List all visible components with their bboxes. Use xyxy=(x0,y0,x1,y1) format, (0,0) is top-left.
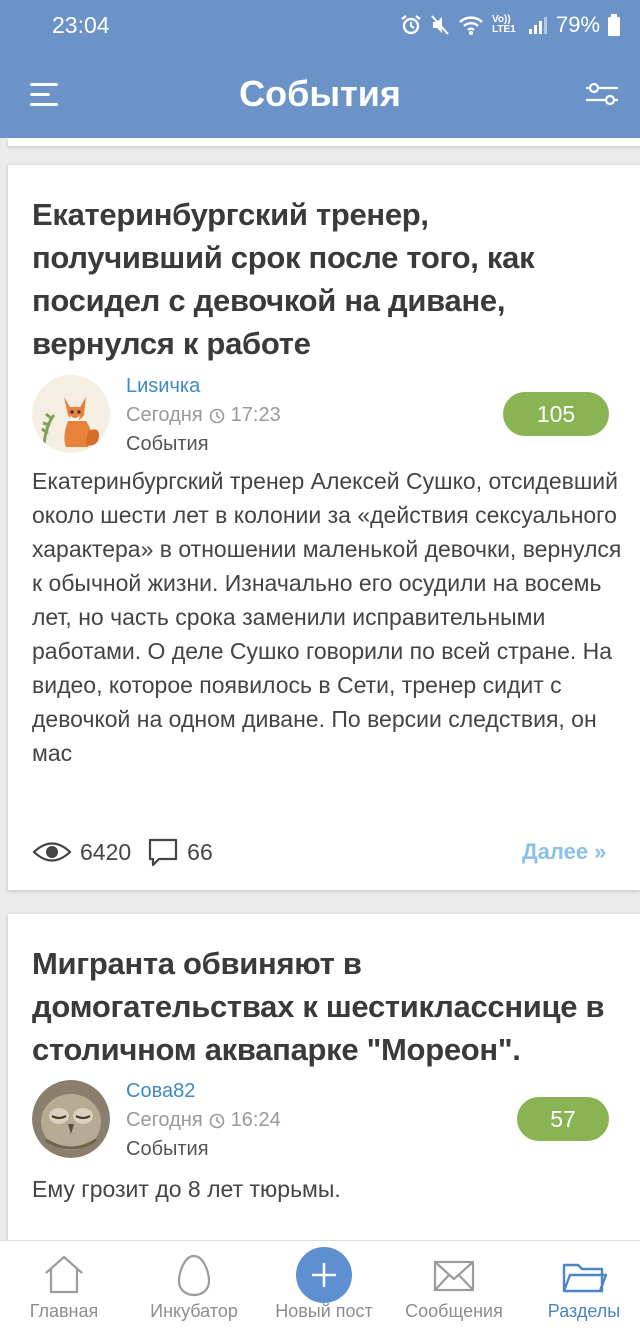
mute-icon xyxy=(431,15,449,35)
post-title[interactable]: Мигранта обвиняют в домогательствах к ше… xyxy=(32,942,622,1071)
nav-home-label: Главная xyxy=(29,1301,99,1321)
comments-count[interactable]: 66 xyxy=(187,839,213,866)
bottom-navigation: Главная Инкубатор Новый пост Сообщения Р… xyxy=(0,1240,640,1328)
filter-icon[interactable] xyxy=(584,82,620,106)
status-time: 23:04 xyxy=(52,12,110,38)
plus-icon xyxy=(312,1263,336,1287)
app-header: 23:04 Vo)) LTE1 79% События xyxy=(0,0,640,138)
page-title: События xyxy=(239,73,401,114)
nav-messages-label: Сообщения xyxy=(405,1301,503,1321)
nav-sections[interactable]: Разделы xyxy=(520,1241,640,1328)
avatar[interactable] xyxy=(32,375,110,453)
views-count: 6420 xyxy=(80,838,132,865)
time-label: 17:23 xyxy=(230,404,281,426)
read-more-link[interactable]: Далее » xyxy=(522,839,606,865)
nav-home[interactable]: Главная xyxy=(0,1241,128,1328)
clock-icon xyxy=(209,1113,224,1128)
battery-percent: 79% xyxy=(556,12,601,37)
alarm-icon xyxy=(401,15,421,35)
clock-icon xyxy=(209,408,224,423)
post-category[interactable]: События xyxy=(126,1138,209,1161)
network-label: Vo)) LTE1 xyxy=(492,14,516,35)
post-stats: 6420 66 xyxy=(32,837,213,867)
post-date: Сегодня 16:24 xyxy=(126,1109,281,1132)
nav-new-post-label: Новый пост xyxy=(275,1301,373,1321)
author-name[interactable]: Lиsичка xyxy=(126,375,200,398)
wifi-icon xyxy=(459,16,483,35)
comment-icon[interactable] xyxy=(147,837,179,867)
avatar[interactable] xyxy=(32,1080,110,1158)
post-title[interactable]: Екатеринбургский тренер, получивший срок… xyxy=(32,193,622,365)
nav-messages[interactable]: Сообщения xyxy=(390,1241,518,1328)
post-category[interactable]: События xyxy=(126,433,209,456)
previous-post-card xyxy=(8,138,640,146)
fox-avatar-image xyxy=(32,375,110,453)
post-card: Екатеринбургский тренер, получивший срок… xyxy=(8,165,640,890)
post-card: Мигранта обвиняют в домогательствах к ше… xyxy=(8,914,640,1244)
home-icon xyxy=(45,1255,83,1294)
nav-new-post[interactable]: Новый пост xyxy=(260,1241,388,1328)
nav-sections-label: Разделы xyxy=(547,1301,621,1321)
signal-icon xyxy=(529,17,547,34)
post-excerpt[interactable]: Екатеринбургский тренер Алексей Сушко, о… xyxy=(32,464,622,770)
folder-icon xyxy=(562,1263,607,1293)
status-bar: 23:04 Vo)) LTE1 79% xyxy=(0,0,640,50)
status-icons: Vo)) LTE1 79% xyxy=(400,12,621,38)
egg-icon xyxy=(177,1254,211,1297)
rating-badge[interactable]: 105 xyxy=(503,392,609,436)
time-label: 16:24 xyxy=(230,1109,281,1131)
nav-incubator-label: Инкубатор xyxy=(150,1301,238,1321)
post-excerpt[interactable]: Ему грозит до 8 лет тюрьмы. xyxy=(32,1172,622,1206)
new-post-button[interactable] xyxy=(296,1247,352,1303)
rating-badge[interactable]: 57 xyxy=(517,1097,609,1141)
nav-incubator[interactable]: Инкубатор xyxy=(130,1241,258,1328)
battery-icon xyxy=(608,14,621,36)
date-label: Сегодня xyxy=(126,1109,203,1131)
author-name[interactable]: Сова82 xyxy=(126,1080,195,1103)
owl-avatar-image xyxy=(32,1080,110,1158)
post-date: Сегодня 17:23 xyxy=(126,404,281,427)
envelope-icon xyxy=(433,1260,475,1292)
date-label: Сегодня xyxy=(126,404,203,426)
eye-icon xyxy=(32,842,72,862)
